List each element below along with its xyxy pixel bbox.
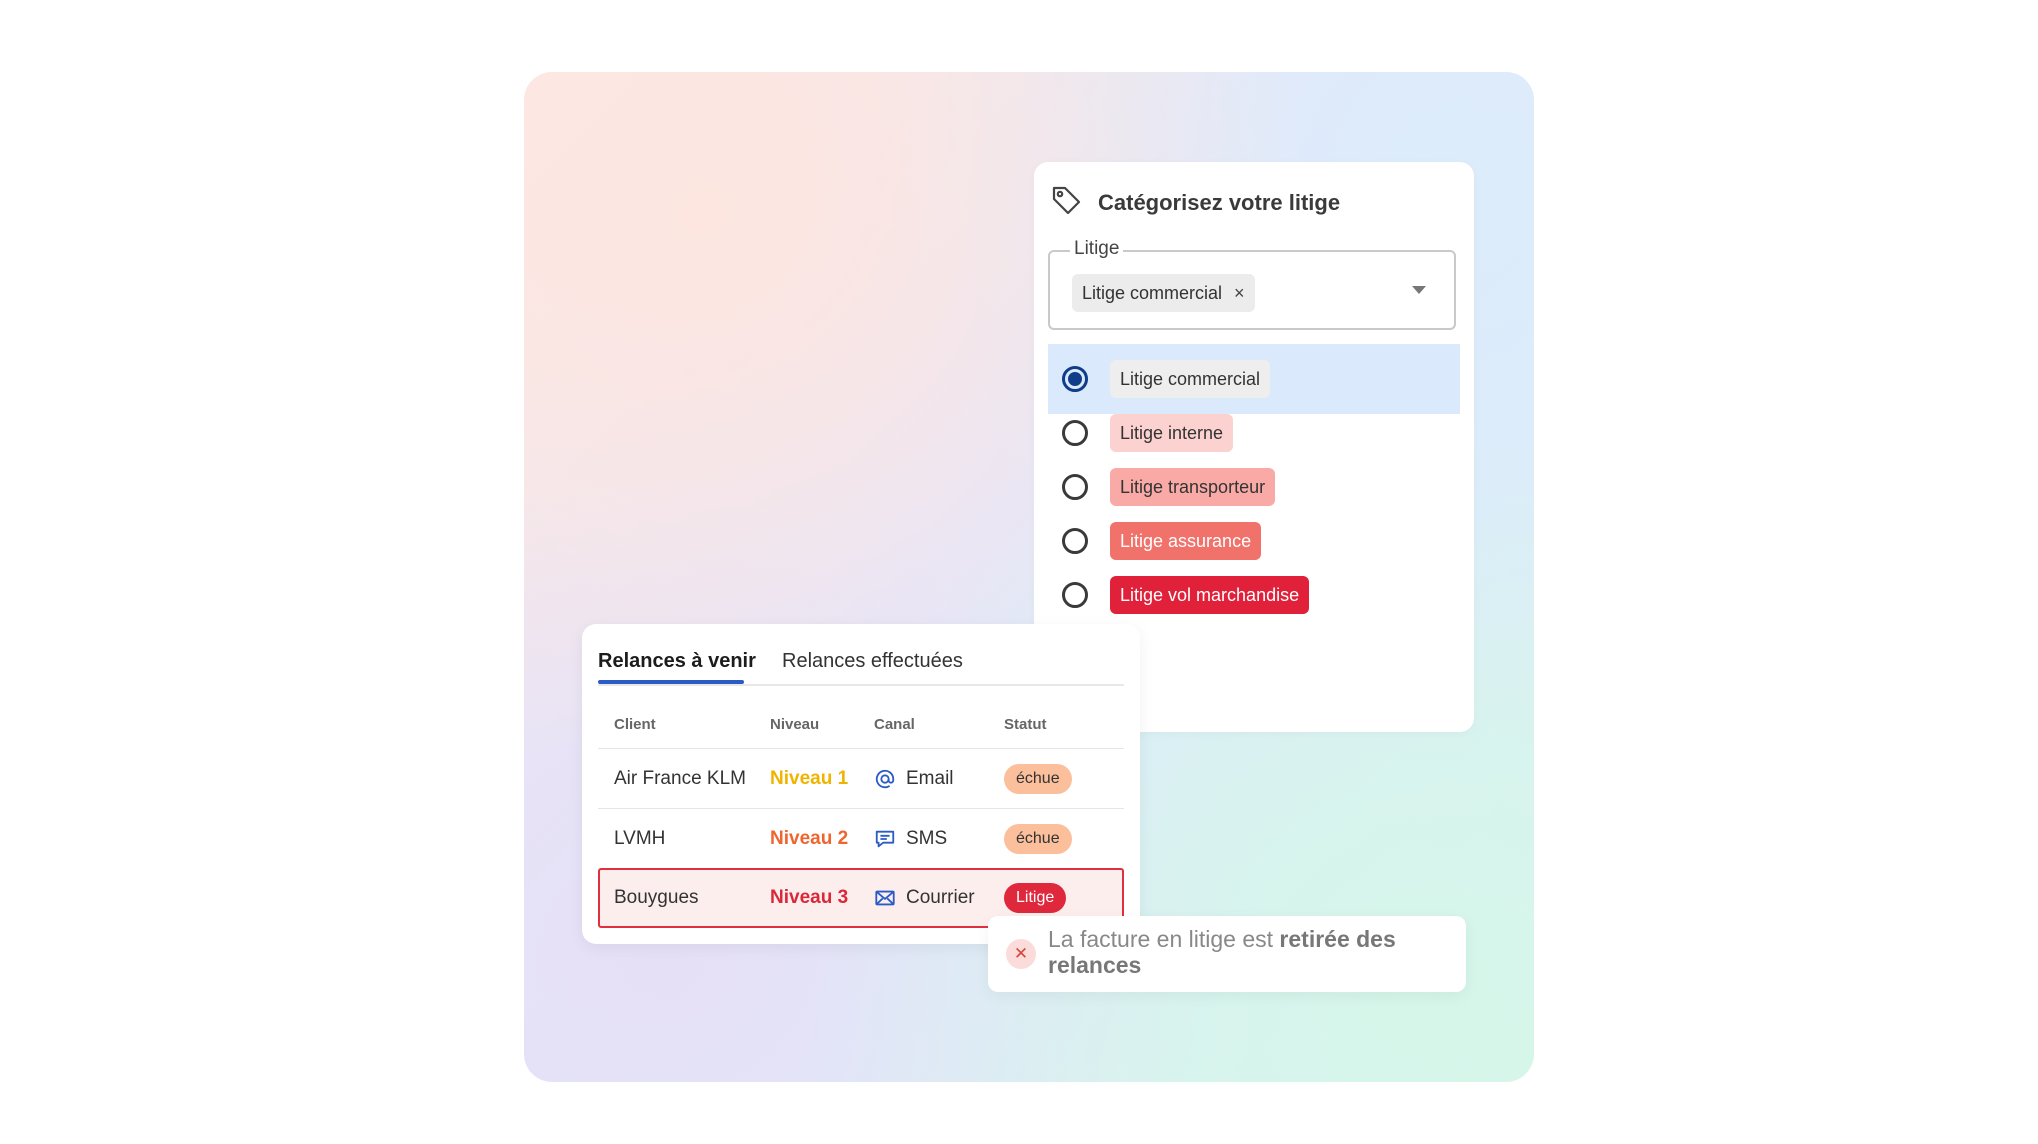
tab-relances-a-venir[interactable]: Relances à venir [598, 650, 756, 681]
status-badge: Litige [1004, 883, 1067, 913]
canal-cell: Email [874, 750, 954, 808]
radio-button[interactable] [1062, 582, 1088, 608]
column-header-canal: Canal [874, 716, 915, 733]
table-row[interactable]: LVMH Niveau 2 SMS échue [598, 810, 1124, 868]
litige-select-label: Litige [1070, 238, 1124, 260]
at-sign-icon [875, 769, 895, 789]
envelope-icon [875, 890, 895, 906]
client-cell: LVMH [614, 828, 666, 849]
tab-relances-effectuees[interactable]: Relances effectuées [782, 650, 963, 681]
chat-bubble-icon [875, 830, 895, 848]
toast-message: La facture en litige est retirée des rel… [1048, 926, 1448, 978]
relances-panel: Relances à venir Relances effectuées Cli… [582, 624, 1140, 944]
canal-cell: Courrier [874, 870, 975, 926]
table-row[interactable]: Air France KLM Niveau 1 Email échue [598, 750, 1124, 808]
radio-button-selected[interactable] [1062, 366, 1088, 392]
client-cell: Air France KLM [614, 768, 746, 789]
categorize-title: Catégorisez votre litige [1098, 189, 1341, 215]
niveau-cell: Niveau 3 [770, 887, 849, 908]
option-tag: Litige interne [1110, 414, 1234, 452]
column-header-statut: Statut [1004, 716, 1047, 733]
row-divider [598, 748, 1124, 749]
close-icon[interactable]: ✕ [1006, 939, 1036, 969]
column-header-client: Client [614, 716, 656, 733]
selected-chip: Litige commercial × [1072, 274, 1255, 312]
niveau-cell: Niveau 2 [770, 828, 849, 849]
radio-button[interactable] [1062, 474, 1088, 500]
option-tag: Litige assurance [1110, 522, 1262, 560]
selected-chip-label: Litige commercial [1082, 282, 1223, 303]
statut-cell: échue [1004, 750, 1072, 808]
status-badge: échue [1004, 764, 1072, 794]
status-badge: échue [1004, 824, 1072, 854]
categorize-header: Catégorisez votre litige [1050, 184, 1340, 221]
canal-label: Courrier [906, 887, 975, 908]
statut-cell: échue [1004, 810, 1072, 868]
column-header-niveau: Niveau [770, 716, 820, 733]
radio-button[interactable] [1062, 528, 1088, 554]
canal-label: SMS [906, 828, 948, 849]
client-cell: Bouygues [614, 887, 699, 908]
chip-remove-icon[interactable]: × [1234, 283, 1245, 304]
option-tag: Litige commercial [1110, 360, 1271, 398]
active-tab-indicator [598, 680, 744, 684]
option-tag: Litige vol marchandise [1110, 576, 1310, 614]
toast-message-prefix: La facture en litige est [1048, 926, 1280, 952]
option-litige-vol-marchandise[interactable]: Litige vol marchandise [1048, 560, 1460, 630]
option-tag: Litige transporteur [1110, 468, 1276, 506]
radio-button[interactable] [1062, 420, 1088, 446]
canal-label: Email [906, 768, 954, 789]
toast-notification: ✕ La facture en litige est retirée des r… [988, 916, 1466, 992]
row-divider [598, 808, 1124, 809]
tag-icon [1050, 184, 1082, 221]
niveau-cell: Niveau 1 [770, 768, 849, 789]
chevron-down-icon[interactable] [1412, 286, 1426, 294]
litige-select[interactable]: Litige Litige commercial × [1048, 238, 1456, 330]
canal-cell: SMS [874, 810, 947, 868]
